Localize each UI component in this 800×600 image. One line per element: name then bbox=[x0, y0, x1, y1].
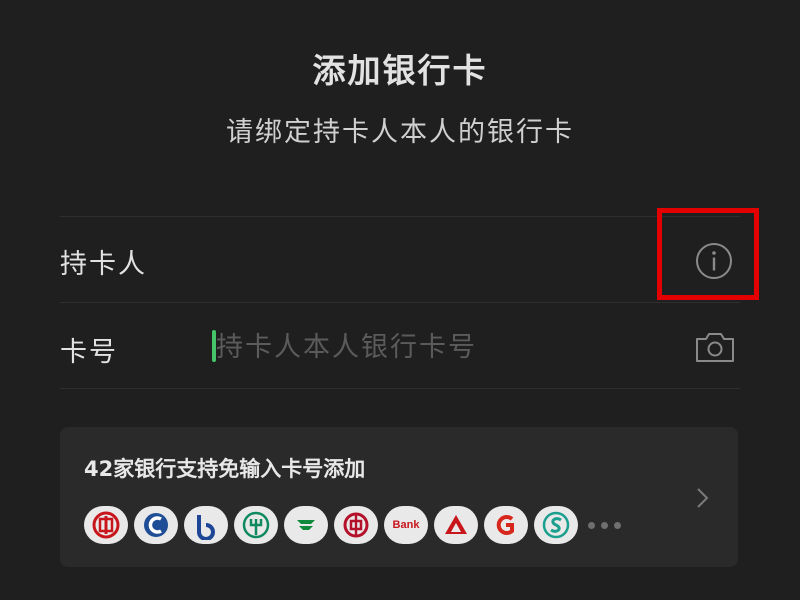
page-title: 添加银行卡 bbox=[312, 51, 488, 90]
highlight-box bbox=[657, 208, 759, 300]
divider-bottom bbox=[60, 388, 740, 389]
supported-banks-text: 42家银行支持免输入卡号添加 bbox=[84, 457, 366, 481]
cardholder-label: 持卡人 bbox=[60, 249, 147, 280]
page-subtitle: 请绑定持卡人本人的银行卡 bbox=[226, 117, 574, 148]
abc-logo-icon bbox=[234, 506, 278, 544]
card-number-input[interactable] bbox=[216, 325, 666, 369]
bank-text-logo-icon: Bank bbox=[384, 506, 428, 544]
cgb-logo-icon bbox=[484, 506, 528, 544]
boc-logo-icon bbox=[334, 506, 378, 544]
triangle-bank-logo-icon bbox=[434, 506, 478, 544]
bank-logo-text: Bank bbox=[392, 519, 420, 531]
chevron-right-icon bbox=[697, 488, 709, 508]
psbc-logo-icon bbox=[284, 506, 328, 544]
divider-top bbox=[60, 216, 740, 217]
ccb-logo-icon bbox=[134, 506, 178, 544]
camera-icon[interactable] bbox=[694, 330, 736, 364]
divider-middle bbox=[60, 302, 740, 303]
bank-logos: Bank bbox=[84, 505, 627, 545]
card-number-label: 卡号 bbox=[60, 337, 118, 368]
spdb-logo-icon bbox=[534, 506, 578, 544]
icbc-logo-icon bbox=[84, 506, 128, 544]
more-banks-dots-icon bbox=[588, 521, 627, 529]
bocom-logo-icon bbox=[184, 506, 228, 544]
supported-banks-panel[interactable]: 42家银行支持免输入卡号添加 Bank bbox=[60, 427, 738, 567]
